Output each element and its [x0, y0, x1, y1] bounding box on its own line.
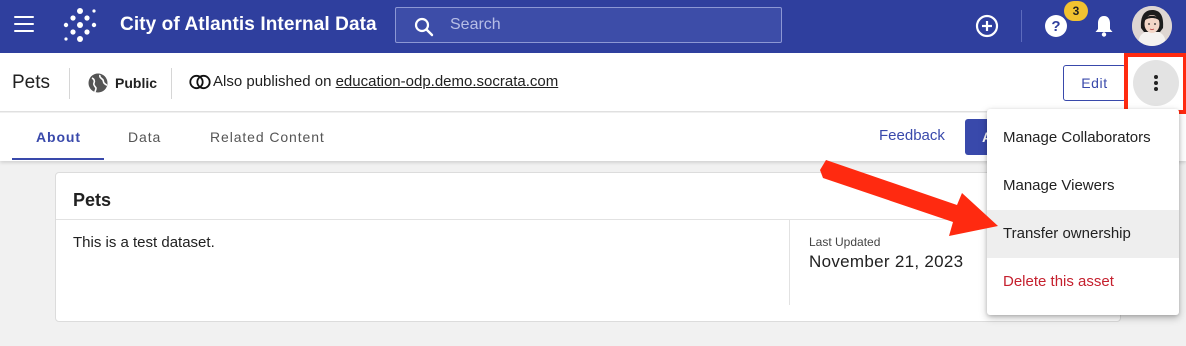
menu-item-transfer-ownership[interactable]: Transfer ownership: [987, 210, 1179, 258]
bell-icon[interactable]: [1093, 14, 1115, 38]
last-updated-value: November 21, 2023: [809, 252, 964, 271]
header-divider: [171, 68, 172, 99]
topbar-divider: [1021, 10, 1022, 42]
asset-description: This is a test dataset.: [73, 234, 215, 251]
card-divider-vertical: [789, 220, 790, 305]
logo-icon[interactable]: [60, 7, 100, 45]
top-bar: City of Atlantis Internal Data ? 3: [0, 0, 1186, 53]
active-tab-indicator: [12, 158, 104, 160]
more-actions-menu: Manage Collaborators Manage Viewers Tran…: [987, 109, 1179, 315]
card-divider: [56, 219, 1122, 220]
federation-icon: [189, 74, 211, 90]
avatar[interactable]: [1132, 6, 1172, 46]
feedback-link[interactable]: Feedback: [879, 127, 945, 144]
asset-info-card: Pets This is a test dataset. Last Update…: [55, 172, 1122, 322]
edit-button[interactable]: Edit: [1063, 65, 1126, 101]
published-on-text: Also published on education-odp.demo.soc…: [213, 73, 558, 90]
globe-icon: [88, 73, 108, 93]
svg-text:?: ?: [1051, 18, 1060, 35]
header-divider: [69, 68, 70, 99]
published-link[interactable]: education-odp.demo.socrata.com: [336, 73, 559, 90]
asset-title: Pets: [12, 72, 51, 93]
visibility-label[interactable]: Public: [115, 75, 157, 91]
add-circle-icon[interactable]: [975, 14, 999, 38]
help-icon[interactable]: ?: [1044, 14, 1068, 38]
annotation-highlight-box: [1124, 53, 1186, 114]
tab-about[interactable]: About: [36, 129, 81, 145]
app-title[interactable]: City of Atlantis Internal Data: [120, 14, 377, 36]
menu-icon[interactable]: [14, 16, 34, 34]
last-updated-label: Last Updated: [809, 235, 881, 249]
menu-item-manage-collaborators[interactable]: Manage Collaborators: [987, 114, 1179, 162]
help-badge: 3: [1064, 1, 1088, 21]
search-box[interactable]: [395, 7, 782, 43]
tab-data[interactable]: Data: [128, 129, 161, 145]
published-prefix: Also published on: [213, 73, 336, 90]
asset-header: Pets Public Also published on education-…: [0, 53, 1186, 112]
tab-related-content[interactable]: Related Content: [210, 129, 325, 145]
search-input[interactable]: [450, 8, 770, 42]
search-icon: [414, 17, 434, 37]
menu-item-delete-asset[interactable]: Delete this asset: [987, 258, 1179, 306]
card-title: Pets: [73, 190, 112, 210]
menu-item-manage-viewers[interactable]: Manage Viewers: [987, 162, 1179, 210]
